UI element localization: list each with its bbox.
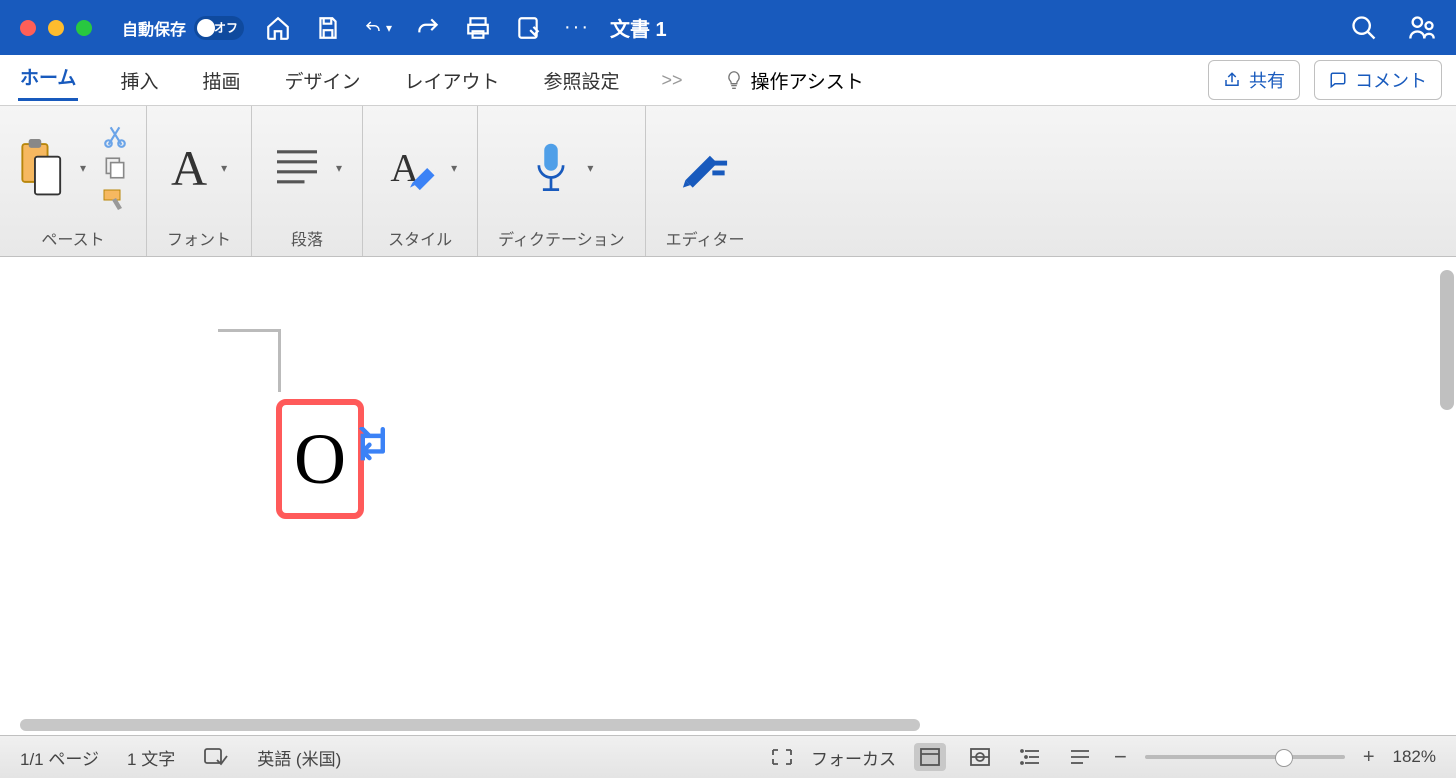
comment-icon — [1329, 71, 1347, 89]
font-dropdown[interactable]: ▾ — [221, 161, 227, 175]
autosave-switch[interactable]: オフ — [194, 16, 244, 40]
ribbon-group-styles: A ▾ スタイル — [363, 106, 478, 256]
styles-group-label: スタイル — [388, 220, 452, 250]
dictation-button[interactable] — [529, 141, 573, 195]
styles-dropdown[interactable]: ▾ — [451, 161, 457, 175]
cut-icon[interactable] — [102, 123, 128, 149]
comments-label: コメント — [1355, 67, 1427, 93]
tabs-overflow[interactable]: >> — [662, 70, 683, 91]
ribbon-group-dictation: ▾ ディクテーション — [478, 106, 646, 256]
tell-me-assist[interactable]: 操作アシスト — [723, 67, 864, 94]
assist-label: 操作アシスト — [751, 67, 864, 94]
selection-highlight: O — [276, 399, 364, 519]
status-bar: 1/1 ページ 1 文字 英語 (米国) フォーカス − + 182% — [0, 735, 1456, 778]
ribbon-tabs: ホーム 挿入 描画 デザイン レイアウト 参照設定 >> 操作アシスト 共有 コ… — [0, 55, 1456, 106]
horizontal-scrollbar[interactable] — [20, 719, 920, 731]
spellcheck-icon[interactable] — [203, 746, 229, 768]
quick-access-toolbar: ▾ ··· — [264, 14, 590, 42]
paragraph-mark-icon — [358, 427, 392, 467]
window-controls — [20, 20, 92, 36]
tab-design[interactable]: デザイン — [282, 63, 362, 98]
dictation-group-label: ディクテーション — [498, 220, 625, 250]
undo-icon[interactable]: ▾ — [364, 14, 392, 42]
outline-view-button[interactable] — [1014, 743, 1046, 771]
tab-references[interactable]: 参照設定 — [542, 63, 622, 98]
more-commands-icon[interactable]: ··· — [564, 16, 590, 39]
status-right: フォーカス − + 182% — [771, 743, 1436, 771]
font-button[interactable]: A — [171, 139, 207, 197]
minimize-window-button[interactable] — [48, 20, 64, 36]
tabs-right-actions: 共有 コメント — [1208, 60, 1442, 100]
autosave-state: オフ — [214, 19, 238, 36]
paragraph-dropdown[interactable]: ▾ — [336, 161, 342, 175]
lightbulb-icon — [723, 69, 745, 91]
page-margin-corner — [218, 329, 281, 392]
paste-dropdown[interactable]: ▾ — [80, 161, 86, 175]
editor-group-label: エディター — [666, 220, 745, 250]
document-text[interactable]: O — [294, 418, 346, 501]
tab-draw[interactable]: 描画 — [200, 63, 242, 98]
autosave-toggle[interactable]: 自動保存 オフ — [122, 16, 244, 40]
web-layout-view-button[interactable] — [964, 743, 996, 771]
horizontal-scroll-track — [0, 717, 1456, 735]
share-icon — [1223, 71, 1241, 89]
tab-home[interactable]: ホーム — [18, 59, 78, 101]
vertical-scrollbar[interactable] — [1440, 270, 1454, 410]
close-window-button[interactable] — [20, 20, 36, 36]
dictation-dropdown[interactable]: ▾ — [587, 161, 593, 175]
font-group-label: フォント — [167, 220, 231, 250]
styles-button[interactable]: A — [383, 143, 437, 193]
paragraph-button[interactable] — [272, 146, 322, 190]
format-painter-icon[interactable] — [102, 187, 132, 213]
copy-icon[interactable] — [102, 155, 128, 181]
account-icon[interactable] — [1408, 14, 1436, 42]
page-indicator[interactable]: 1/1 ページ — [20, 745, 99, 770]
ribbon: ▾ ペースト A ▾ フォント ▾ 段落 A ▾ — [0, 106, 1456, 257]
draft-view-button[interactable] — [1064, 743, 1096, 771]
zoom-out-button[interactable]: − — [1114, 744, 1127, 770]
ribbon-group-editor: エディター — [646, 106, 765, 256]
zoom-in-button[interactable]: + — [1363, 746, 1375, 769]
autosave-label: 自動保存 — [122, 16, 186, 40]
ribbon-group-clipboard: ▾ ペースト — [0, 106, 147, 256]
home-icon[interactable] — [264, 14, 292, 42]
maximize-window-button[interactable] — [76, 20, 92, 36]
word-count[interactable]: 1 文字 — [127, 745, 175, 770]
share-button[interactable]: 共有 — [1208, 60, 1300, 100]
ribbon-group-font: A ▾ フォント — [147, 106, 252, 256]
clipboard-group-label: ペースト — [41, 220, 104, 250]
title-bar: 自動保存 オフ ▾ ··· 文書 1 — [0, 0, 1456, 55]
template-icon[interactable] — [514, 14, 542, 42]
print-icon[interactable] — [464, 14, 492, 42]
zoom-slider[interactable] — [1145, 755, 1345, 759]
document-canvas[interactable]: O — [0, 257, 1456, 717]
tab-layout[interactable]: レイアウト — [402, 63, 501, 98]
ribbon-group-paragraph: ▾ 段落 — [252, 106, 363, 256]
comments-button[interactable]: コメント — [1314, 60, 1442, 100]
editor-button[interactable] — [678, 143, 732, 193]
paragraph-group-label: 段落 — [291, 220, 323, 250]
share-label: 共有 — [1249, 67, 1285, 93]
switch-knob — [197, 19, 215, 37]
titlebar-right — [1350, 14, 1436, 42]
zoom-slider-thumb[interactable] — [1275, 749, 1293, 767]
save-icon[interactable] — [314, 14, 342, 42]
paste-button[interactable] — [14, 139, 66, 197]
document-title: 文書 1 — [610, 13, 667, 42]
tab-insert[interactable]: 挿入 — [118, 63, 160, 98]
language-indicator[interactable]: 英語 (米国) — [257, 745, 341, 770]
redo-icon[interactable] — [414, 14, 442, 42]
search-icon[interactable] — [1350, 14, 1378, 42]
focus-mode-icon[interactable] — [771, 748, 793, 766]
focus-mode-label[interactable]: フォーカス — [811, 745, 896, 770]
zoom-level[interactable]: 182% — [1393, 747, 1436, 767]
print-layout-view-button[interactable] — [914, 743, 946, 771]
